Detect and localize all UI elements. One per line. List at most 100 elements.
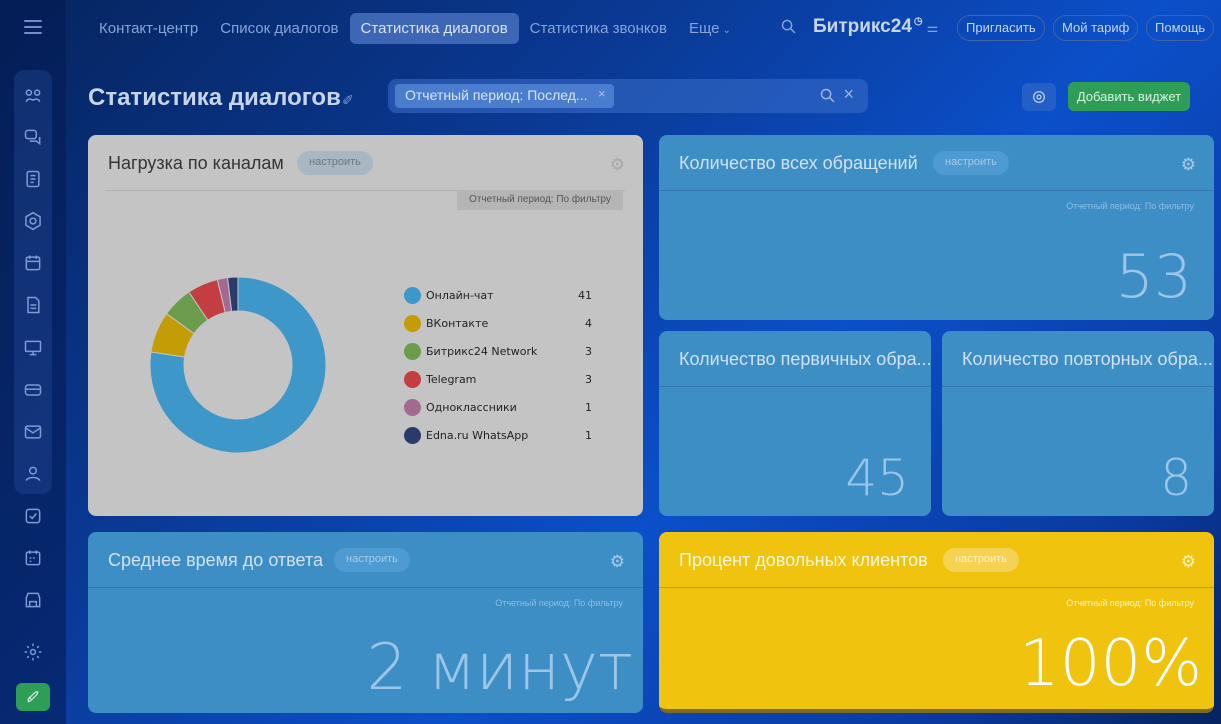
legend-swatch (404, 315, 421, 332)
widget-title: Количество всех обращений (679, 153, 918, 173)
repeat-requests-widget: Количество повторных обра... 8 (942, 331, 1214, 516)
page-title: Статистика диалогов (88, 84, 341, 111)
filter-chip-period[interactable]: Отчетный период: Послед... × (395, 84, 614, 108)
first-requests-widget: Количество первичных обра... 45 (659, 331, 931, 516)
tab-more[interactable]: Еще ⌄ (678, 13, 742, 44)
contacts-icon[interactable] (22, 463, 44, 485)
tasks-icon[interactable] (22, 505, 44, 527)
tab-call-stats[interactable]: Статистика звонков (519, 13, 678, 44)
legend-value: 1 (585, 401, 592, 414)
chip-remove-icon[interactable]: × (598, 86, 606, 101)
satisfied-value: 100% (1019, 627, 1202, 701)
legend-label: Telegram (426, 373, 477, 386)
legend-swatch (404, 427, 421, 444)
widget-title: Количество первичных обра... (679, 349, 931, 369)
gear-icon (1033, 91, 1045, 103)
gear-icon[interactable]: ⚙ (610, 552, 625, 572)
legend-swatch (404, 343, 421, 360)
activity-stream-icon[interactable] (22, 85, 44, 107)
bitrix24-logo[interactable]: Битрикс24 ◷ ⚌ (813, 16, 938, 38)
legend-item[interactable]: ВКонтакте 4 (404, 315, 594, 343)
legend-swatch (404, 287, 421, 304)
logo-number: 24 (890, 16, 912, 37)
mail-icon[interactable] (22, 421, 44, 443)
legend-label: ВКонтакте (426, 317, 489, 330)
filter-chip-label: Отчетный период: Послед... (405, 87, 588, 103)
store-icon[interactable] (22, 589, 44, 611)
all-requests-widget: Количество всех обращений настроить ⚙ От… (659, 135, 1214, 320)
tab-dialog-stats[interactable]: Статистика диалогов (349, 12, 519, 44)
gear-icon[interactable]: ⚙ (610, 155, 625, 175)
left-sidebar (0, 0, 66, 724)
card-icon[interactable] (22, 379, 44, 401)
top-navigation: Контакт-центр Список диалогов Статистика… (88, 12, 742, 44)
channels-load-widget: Нагрузка по каналам настроить ⚙ Отчетный… (88, 135, 643, 516)
legend-label: Битрикс24 Network (426, 345, 538, 358)
presentation-icon[interactable] (22, 337, 44, 359)
configure-button[interactable]: настроить (933, 151, 1009, 175)
logo-text: Битрикс (813, 16, 891, 37)
file-icon[interactable] (22, 294, 44, 316)
filter-clear-icon[interactable]: × (843, 84, 854, 105)
all-requests-value: 53 (1115, 242, 1192, 312)
legend-value: 3 (585, 373, 592, 386)
legend-value: 4 (585, 317, 592, 330)
calendar-icon[interactable] (22, 252, 44, 274)
legend-item[interactable]: Онлайн-чат 41 (404, 287, 594, 315)
legend-swatch (404, 371, 421, 388)
configure-button[interactable]: настроить (943, 548, 1019, 572)
period-label: Отчетный период: По фильтру (495, 598, 623, 608)
legend-label: Одноклассники (426, 401, 517, 414)
first-requests-value: 45 (845, 449, 909, 507)
schedule-icon[interactable] (22, 547, 44, 569)
add-widget-button[interactable]: Добавить виджет (1068, 82, 1190, 111)
invite-button[interactable]: Пригласить (957, 15, 1045, 41)
search-icon[interactable] (780, 18, 798, 36)
period-label: Отчетный период: По фильтру (1066, 598, 1194, 608)
repeat-requests-value: 8 (1160, 449, 1192, 507)
widget-title: Количество повторных обра... (962, 349, 1213, 369)
legend-item[interactable]: Edna.ru WhatsApp 1 (404, 427, 594, 455)
legend-swatch (404, 399, 421, 416)
gear-icon[interactable]: ⚙ (1181, 552, 1196, 572)
legend-item[interactable]: Битрикс24 Network 3 (404, 343, 594, 371)
legend-label: Edna.ru WhatsApp (426, 429, 529, 442)
my-tariff-button[interactable]: Мой тариф (1053, 15, 1139, 41)
document-list-icon[interactable] (22, 168, 44, 190)
clock-icon: ◷ (913, 16, 923, 27)
help-button[interactable]: Помощь (1146, 15, 1215, 41)
widget-title: Процент довольных клиентов (679, 550, 928, 570)
legend-item[interactable]: Одноклассники 1 (404, 399, 594, 427)
settings-icon[interactable] (22, 641, 44, 663)
period-label: Отчетный период: По фильтру (457, 190, 623, 210)
widget-title: Среднее время до ответа (108, 550, 323, 570)
legend-value: 41 (578, 289, 592, 302)
response-time-widget: Среднее время до ответа настроить ⚙ Отче… (88, 532, 643, 713)
chat-icon[interactable] (22, 126, 44, 148)
period-label: Отчетный период: По фильтру (1066, 201, 1194, 211)
tab-contact-center[interactable]: Контакт-центр (88, 13, 209, 44)
response-time-value: 2 минут (366, 631, 633, 705)
tab-more-label: Еще (688, 19, 720, 37)
chevron-down-icon: ⌄ (722, 24, 731, 36)
chart-legend: Онлайн-чат 41 ВКонтакте 4 Битрикс24 Network 3… (404, 287, 594, 455)
legend-value: 1 (585, 429, 592, 442)
legend-label: Онлайн-чат (426, 289, 494, 302)
menu-icon[interactable] (24, 20, 42, 34)
filter-search-box[interactable]: Отчетный период: Послед... × × (388, 79, 868, 113)
configure-button[interactable]: настроить (334, 548, 410, 572)
gear-icon[interactable]: ⚙ (1181, 155, 1196, 175)
tab-dialog-list[interactable]: Список диалогов (209, 13, 349, 44)
hexagon-icon[interactable] (22, 210, 44, 232)
satisfied-clients-widget: Процент довольных клиентов настроить ⚙ О… (659, 532, 1214, 713)
filter-search-icon[interactable] (819, 87, 836, 109)
configure-button[interactable]: настроить (297, 151, 373, 175)
board-settings-button[interactable] (1022, 83, 1056, 111)
legend-value: 3 (585, 345, 592, 358)
pin-icon[interactable]: ✐ (342, 92, 354, 109)
sliders-icon[interactable]: ⚌ (927, 20, 939, 35)
legend-item[interactable]: Telegram 3 (404, 371, 594, 399)
widget-title: Нагрузка по каналам (108, 153, 284, 173)
channels-donut-chart (149, 276, 327, 454)
rocket-icon[interactable] (16, 683, 50, 711)
